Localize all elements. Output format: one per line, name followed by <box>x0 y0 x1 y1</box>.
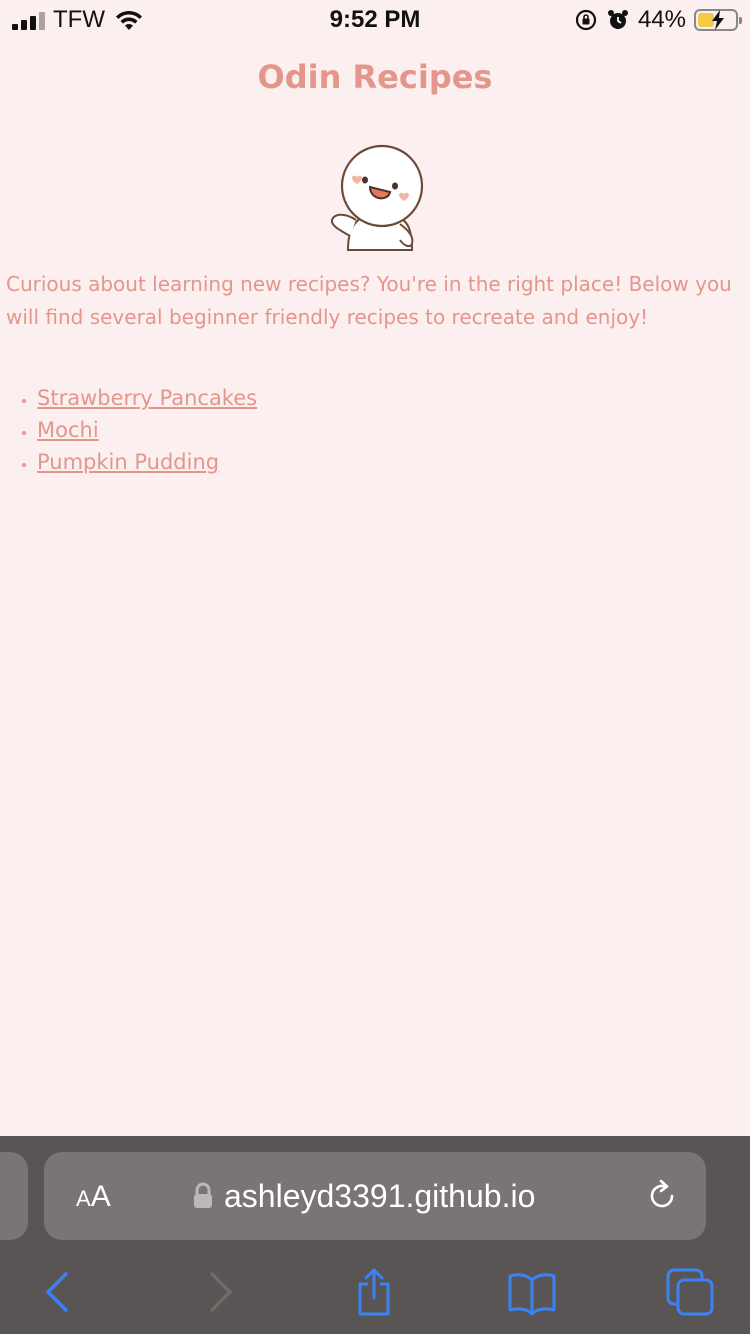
intro-text: Curious about learning new recipes? You'… <box>6 272 732 329</box>
reload-icon[interactable] <box>644 1178 680 1214</box>
list-item: Strawberry Pancakes <box>37 382 257 414</box>
mascot-waving-image <box>330 144 424 251</box>
recipe-link-strawberry-pancakes[interactable]: Strawberry Pancakes <box>37 386 257 410</box>
url-display[interactable]: ashleyd3391.github.io <box>192 1174 535 1218</box>
forward-button[interactable] <box>194 1266 246 1318</box>
address-bar[interactable]: AA ashleyd3391.github.io <box>44 1152 706 1240</box>
text-size-button[interactable]: AA <box>76 1180 111 1214</box>
list-item: Pumpkin Pudding <box>37 446 257 478</box>
recipe-link-mochi[interactable]: Mochi <box>37 418 99 442</box>
tabs-button[interactable] <box>664 1266 716 1318</box>
back-icon <box>46 1272 68 1312</box>
previous-tab-preview[interactable] <box>0 1152 28 1240</box>
alarm-icon <box>607 10 628 29</box>
share-button[interactable] <box>348 1266 400 1318</box>
recipe-list: Strawberry Pancakes Mochi Pumpkin Puddin… <box>0 382 257 478</box>
list-item: Mochi <box>37 414 257 446</box>
battery-percent: 44% <box>637 6 686 33</box>
charging-bolt-icon <box>712 10 724 30</box>
browser-toolbar: AA ashleyd3391.github.io <box>0 1136 750 1334</box>
url-text: ashleyd3391.github.io <box>224 1178 536 1214</box>
bookmarks-button[interactable] <box>506 1266 558 1318</box>
recipe-link-pumpkin-pudding[interactable]: Pumpkin Pudding <box>37 450 219 474</box>
bookmarks-icon <box>508 1273 556 1316</box>
share-icon <box>358 1268 390 1316</box>
orientation-lock-icon <box>575 9 597 31</box>
status-bar: TFW 9:52 PM 44% <box>0 0 750 40</box>
status-right: 44% <box>574 6 742 34</box>
back-button[interactable] <box>34 1266 86 1318</box>
forward-icon <box>210 1272 232 1312</box>
tabs-icon <box>666 1268 714 1316</box>
lock-icon <box>194 1182 212 1208</box>
page-title: Odin Recipes <box>257 58 493 96</box>
battery-charging-icon <box>694 9 742 31</box>
